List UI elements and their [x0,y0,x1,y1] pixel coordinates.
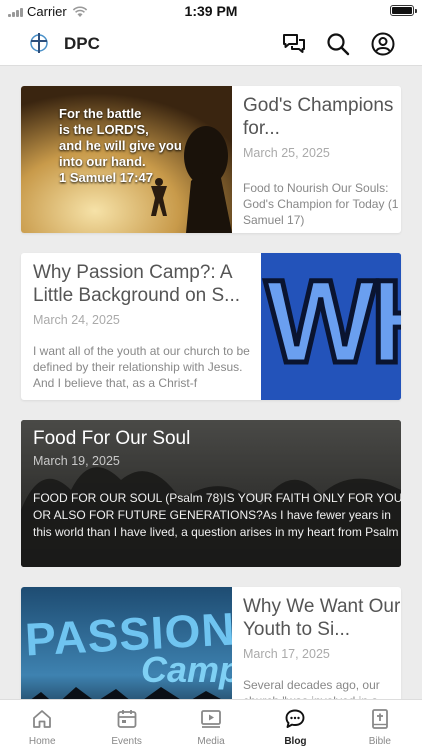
tab-label: Events [111,736,142,747]
image-caption: For the battle is the LORD'S, and he wil… [59,106,182,185]
post-title[interactable]: Food For Our Soul [33,428,190,450]
tab-label: Blog [284,736,307,747]
calendar-icon [117,710,137,728]
post-title[interactable]: God's Champions for... [243,94,401,140]
tab-label: Media [197,736,225,747]
status-bar: Carrier 1:39 PM [0,0,422,22]
blog-feed[interactable]: For the battle is the LORD'S, and he wil… [0,66,422,699]
media-icon [201,710,221,728]
tab-home[interactable]: Home [0,700,84,750]
camp-text: Camp [141,649,232,690]
why-image-text: WHY [262,254,401,391]
search-icon[interactable] [325,31,351,57]
tab-label: Home [28,736,56,747]
post-text: God's Champions for... March 25, 2025 Fo… [243,86,401,233]
status-time: 1:39 PM [184,3,238,19]
tab-media[interactable]: Media [169,700,253,750]
featured-post-card[interactable]: Food For Our Soul March 19, 2025 FOOD FO… [21,420,401,567]
bible-icon [371,709,388,729]
tab-events[interactable]: Events [84,700,168,750]
post-excerpt: Several decades ago, our church "was inv… [243,678,380,699]
post-date: March 19, 2025 [33,454,120,468]
blog-post-card[interactable]: PASSION Camp Why We Want Our Youth to Si… [21,587,401,699]
home-icon [33,710,52,728]
post-text: Why We Want Our Youth to Si... March 17,… [243,587,401,699]
post-excerpt: I want all of the youth at our church to… [33,344,250,390]
post-thumbnail: WHY [261,253,401,400]
church-logo-icon[interactable] [28,32,50,54]
post-date: March 25, 2025 [243,146,330,160]
post-excerpt: FOOD FOR OUR SOUL (Psalm 78)IS YOUR FAIT… [33,491,401,539]
tab-label: Bible [368,736,391,747]
blog-post-card[interactable]: For the battle is the LORD'S, and he wil… [21,86,401,233]
post-thumbnail: For the battle is the LORD'S, and he wil… [21,86,232,233]
post-title[interactable]: Why Passion Camp?: A Little Background o… [33,261,261,307]
tab-bar: Home Events Media Blog Bible [0,699,422,750]
post-title[interactable]: Why We Want Our Youth to Si... [243,595,401,641]
post-thumbnail: PASSION Camp [21,587,232,699]
app-title: DPC [64,34,100,53]
chat-icon [285,709,305,728]
post-date: March 24, 2025 [33,313,120,327]
profile-icon[interactable] [370,31,396,57]
post-text: Why Passion Camp?: A Little Background o… [33,253,261,400]
chat-bubbles-icon[interactable] [281,31,307,57]
app-header: DPC [0,22,422,66]
blog-post-card[interactable]: Why Passion Camp?: A Little Background o… [21,253,401,400]
post-date: March 17, 2025 [243,647,330,661]
battery-icon [390,5,417,16]
tab-blog[interactable]: Blog [253,700,337,750]
tab-bible[interactable]: Bible [338,700,422,750]
post-excerpt: Food to Nourish Our Souls: God's Champio… [243,181,399,227]
